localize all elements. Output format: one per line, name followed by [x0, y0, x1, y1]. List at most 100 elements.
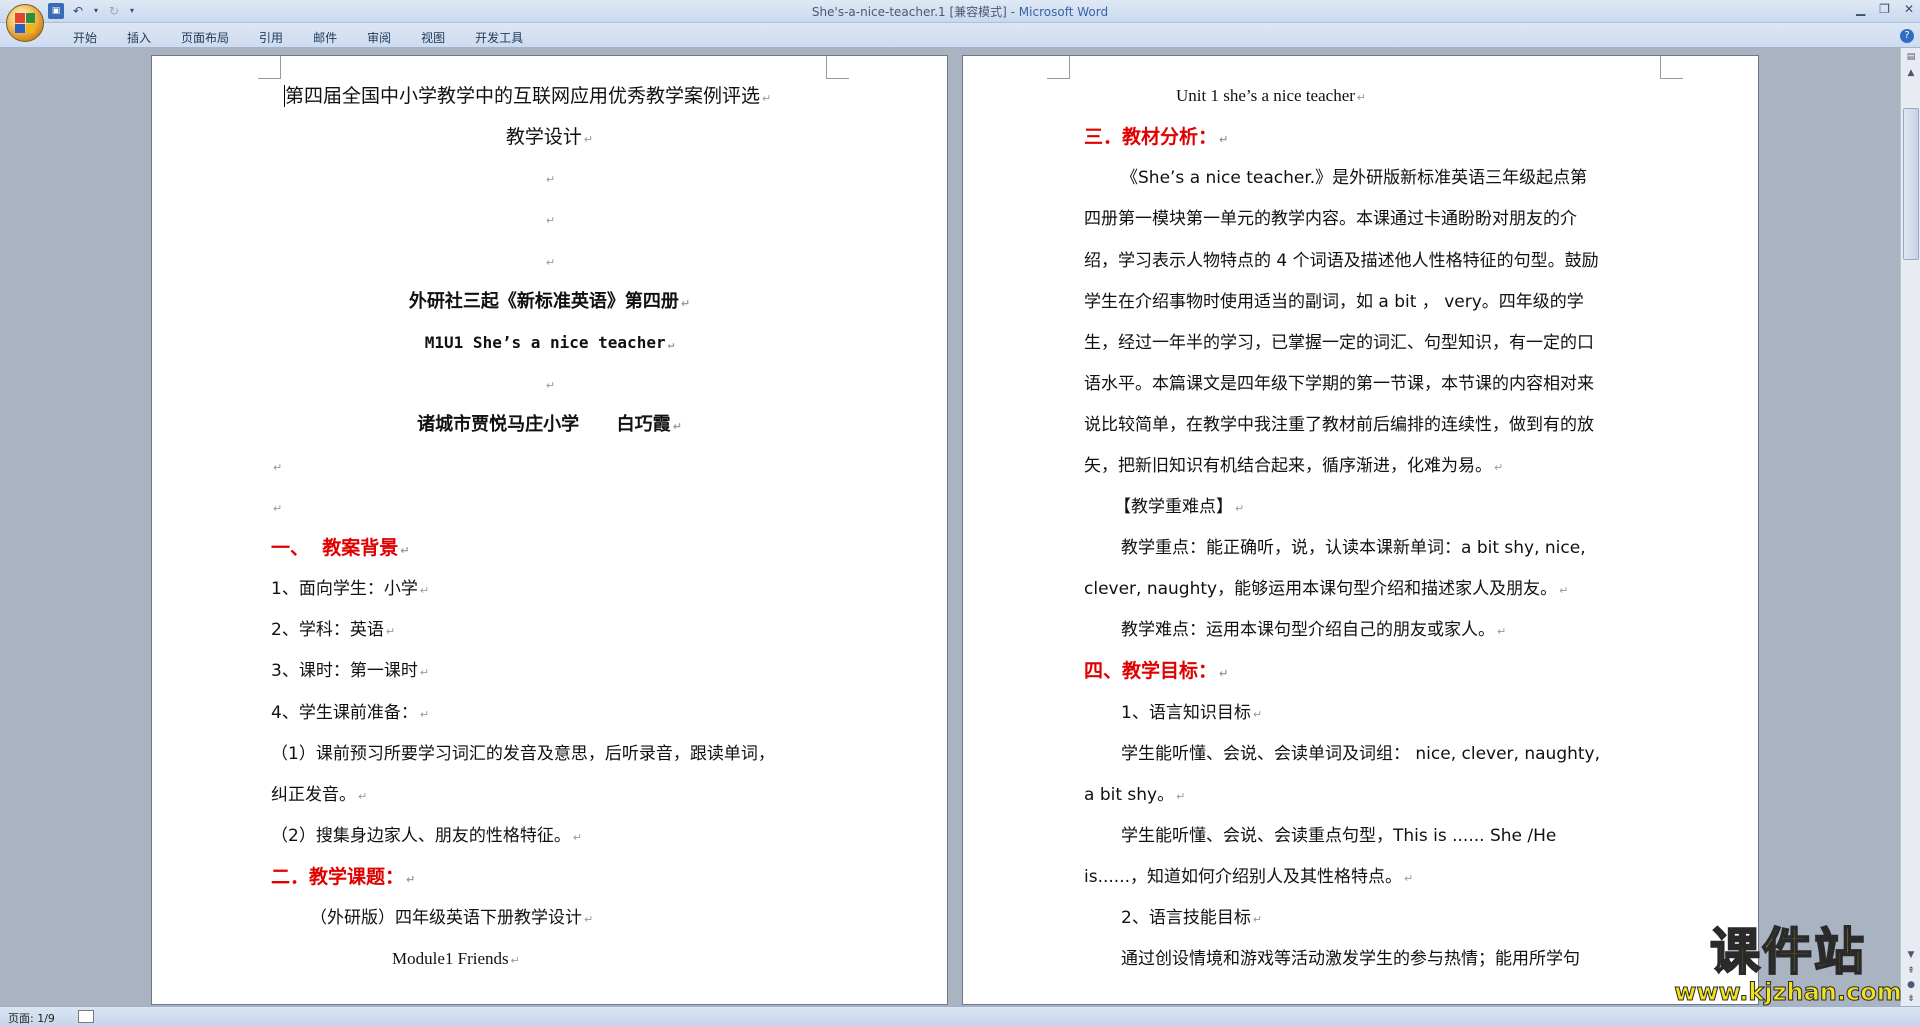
- paragraph-mark: ↵: [667, 338, 675, 351]
- goal-words-line-2: a bit shy。 ↵: [1084, 785, 1185, 807]
- paragraph-mark: ↵: [419, 584, 430, 597]
- minimize-icon[interactable]: ▁: [1856, 2, 1865, 16]
- empty-paragraph: ↵: [152, 168, 947, 190]
- module-text: Module1 Friends: [392, 949, 509, 968]
- item-text: 纠正发音。: [271, 785, 356, 805]
- lesson-title: M1U1 She’s a nice teacher ↵: [152, 333, 947, 355]
- paragraph-text: 学生能听懂、会说、会读单词及词组： nice, clever, naughty,: [1121, 744, 1601, 764]
- vertical-scrollbar[interactable]: ▤ ▲ ▼ ⇞ ● ⇟: [1900, 48, 1920, 1006]
- margin-corner-mark: [258, 56, 281, 79]
- paragraph-text: clever, naughty，能够运用本课句型介绍和描述家人及朋友。: [1084, 579, 1558, 599]
- paragraph-mark: ↵: [1404, 872, 1414, 885]
- keypoints-text: 【教学重难点】: [1114, 497, 1233, 517]
- paragraph-mark: ↵: [584, 913, 594, 926]
- watermark-title: 课件站: [1709, 923, 1866, 981]
- background-item-3: 3、课时：第一课时 ↵: [271, 661, 429, 683]
- page-counter[interactable]: 页面: 1/9: [8, 1010, 55, 1026]
- paragraph-mark: ↵: [1219, 133, 1229, 146]
- author-text: 诸城市贾悦马庄小学 白巧霞: [417, 414, 671, 435]
- item-text: 1、面向学生：小学: [271, 579, 418, 599]
- prep-item-2: （2）搜集身边家人、朋友的性格特征。 ↵: [271, 826, 582, 848]
- proofing-status-icon[interactable]: [78, 1010, 94, 1023]
- tab-view[interactable]: 视图: [406, 29, 460, 46]
- paragraph-text: is......，知道如何介绍别人及其性格特点。: [1084, 867, 1403, 887]
- paragraph-text: 教学重点：能正确听，说，认读本课新单词：a bit shy, nice,: [1121, 538, 1586, 558]
- status-bar: 页面: 1/9: [0, 1006, 1920, 1026]
- maximize-icon[interactable]: ❐: [1879, 2, 1890, 16]
- scroll-up-icon[interactable]: ▲: [1904, 66, 1918, 80]
- paragraph-mark: ↵: [583, 133, 594, 146]
- paragraph-mark: ↵: [385, 625, 396, 638]
- office-logo-icon: [15, 13, 35, 33]
- paragraph-text: 《She’s a nice teacher.》是外研版新标准英语三年级起点第: [1121, 168, 1588, 188]
- scrollbar-thumb[interactable]: [1903, 108, 1919, 260]
- section-heading-text: 三．教材分析：: [1084, 126, 1218, 148]
- background-item-1: 1、面向学生：小学 ↵: [271, 579, 429, 601]
- paragraph-mark: ↵: [273, 502, 283, 515]
- goal-text: 2、语言技能目标: [1121, 908, 1251, 928]
- section-heading-text: 一、 教案背景: [271, 537, 399, 559]
- tab-home[interactable]: 开始: [58, 29, 112, 46]
- analysis-line-7: 说比较简单，在教学中我注重了教材前后编排的连续性，做到有的放: [1084, 415, 1594, 435]
- prep-item-1-line-2: 纠正发音。 ↵: [271, 785, 367, 807]
- paragraph-text: 学生能听懂、会说、会读重点句型，This is ...... She /He: [1121, 826, 1557, 846]
- goal-heading-1: 1、语言知识目标 ↵: [1121, 703, 1262, 725]
- paragraph-mark: ↵: [545, 256, 556, 269]
- paragraph-mark: ↵: [358, 790, 368, 803]
- paragraph-mark: ↵: [762, 92, 772, 105]
- document-area-top: [0, 48, 1900, 56]
- design-title: 教学设计 ↵: [152, 127, 947, 150]
- topic-line: （外研版）四年级英语下册教学设计 ↵: [310, 908, 593, 930]
- document-title: She's-a-nice-teacher.1 [兼容模式] -: [811, 5, 1019, 19]
- section-heading-background: 一、 教案背景 ↵: [271, 538, 409, 561]
- paragraph-text: 语水平。本篇课文是四年级下学期的第一节课，本节课的内容相对来: [1084, 374, 1594, 394]
- ruler-toggle-icon[interactable]: ▤: [1904, 50, 1918, 64]
- section-heading-text: 四、教学目标：: [1084, 660, 1218, 682]
- prep-item-1-line-1: （1）课前预习所要学习词汇的发音及意思，后听录音，跟读单词，: [271, 744, 775, 764]
- topic-text: （外研版）四年级英语下册教学设计: [310, 908, 582, 928]
- paragraph-text: 通过创设情境和游戏等活动激发学生的参与热情；能用所学句: [1121, 949, 1580, 969]
- goal-skills-line: 通过创设情境和游戏等活动激发学生的参与热情；能用所学句: [1121, 949, 1580, 969]
- analysis-line-4: 学生在介绍事物时使用适当的副词，如 a bit ， very。四年级的学: [1084, 292, 1584, 312]
- keypoints-heading: 【教学重难点】 ↵: [1114, 497, 1244, 519]
- document-page-2[interactable]: Unit 1 she’s a nice teacher ↵ 三．教材分析： ↵ 《S…: [963, 56, 1758, 1004]
- close-icon[interactable]: ✕: [1904, 2, 1914, 16]
- paragraph-mark: ↵: [510, 955, 520, 967]
- document-page-1[interactable]: 第四届全国中小学教学中的互联网应用优秀教学案例评选 ↵ 教学设计 ↵ ↵ ↵ ↵ 外…: [152, 56, 947, 1004]
- background-item-2: 2、学科：英语 ↵: [271, 620, 395, 642]
- tab-mailings[interactable]: 邮件: [298, 29, 352, 46]
- section-heading-analysis: 三．教材分析： ↵: [1084, 127, 1228, 150]
- item-text: 3、课时：第一课时: [271, 661, 418, 681]
- paragraph-mark: ↵: [400, 544, 410, 557]
- paragraph-mark: ↵: [545, 214, 556, 227]
- window-title: She's-a-nice-teacher.1 [兼容模式] - Microsof…: [0, 3, 1920, 20]
- analysis-line-5: 生，经过一年半的学习，已掌握一定的词汇、句型知识，有一定的口: [1084, 333, 1594, 353]
- paragraph-text: 四册第一模块第一单元的教学内容。本课通过卡通盼盼对朋友的介: [1084, 209, 1577, 229]
- textbook-title: 外研社三起《新标准英语》第四册 ↵: [152, 292, 947, 314]
- tab-insert[interactable]: 插入: [112, 29, 166, 46]
- paragraph-mark: ↵: [545, 173, 556, 186]
- title-bar: ▣ ↶ ▾ ↻ ▾ She's-a-nice-teacher.1 [兼容模式] …: [0, 0, 1920, 23]
- tab-page-layout[interactable]: 页面布局: [166, 29, 244, 46]
- paragraph-text: a bit shy。: [1084, 785, 1175, 805]
- paragraph-mark: ↵: [1559, 584, 1569, 597]
- unit-title: Unit 1 she’s a nice teacher ↵: [1176, 86, 1366, 108]
- paragraph-mark: ↵: [419, 666, 430, 679]
- section-heading-topic: 二．教学课题： ↵: [271, 867, 415, 890]
- help-icon[interactable]: ?: [1900, 29, 1914, 43]
- office-button[interactable]: [6, 4, 44, 42]
- paragraph-mark: ↵: [1176, 790, 1186, 803]
- empty-paragraph: ↵: [271, 497, 282, 519]
- paragraph-mark: ↵: [680, 297, 691, 310]
- item-text: 2、学科：英语: [271, 620, 384, 640]
- tab-references[interactable]: 引用: [244, 29, 298, 46]
- margin-corner-mark: [1660, 56, 1683, 79]
- analysis-line-3: 绍，学习表示人物特点的 4 个词语及描述他人性格特征的句型。鼓励: [1084, 251, 1599, 271]
- design-title-text: 教学设计: [505, 126, 582, 148]
- paragraph-mark: ↵: [419, 708, 430, 721]
- lesson-title-text: M1U1 She’s a nice teacher: [424, 333, 666, 352]
- tab-developer[interactable]: 开发工具: [460, 29, 538, 46]
- paragraph-mark: ↵: [1497, 625, 1507, 638]
- tab-review[interactable]: 审阅: [352, 29, 406, 46]
- watermark-logo: 课件站 www.kjzhan.com: [1668, 923, 1908, 1006]
